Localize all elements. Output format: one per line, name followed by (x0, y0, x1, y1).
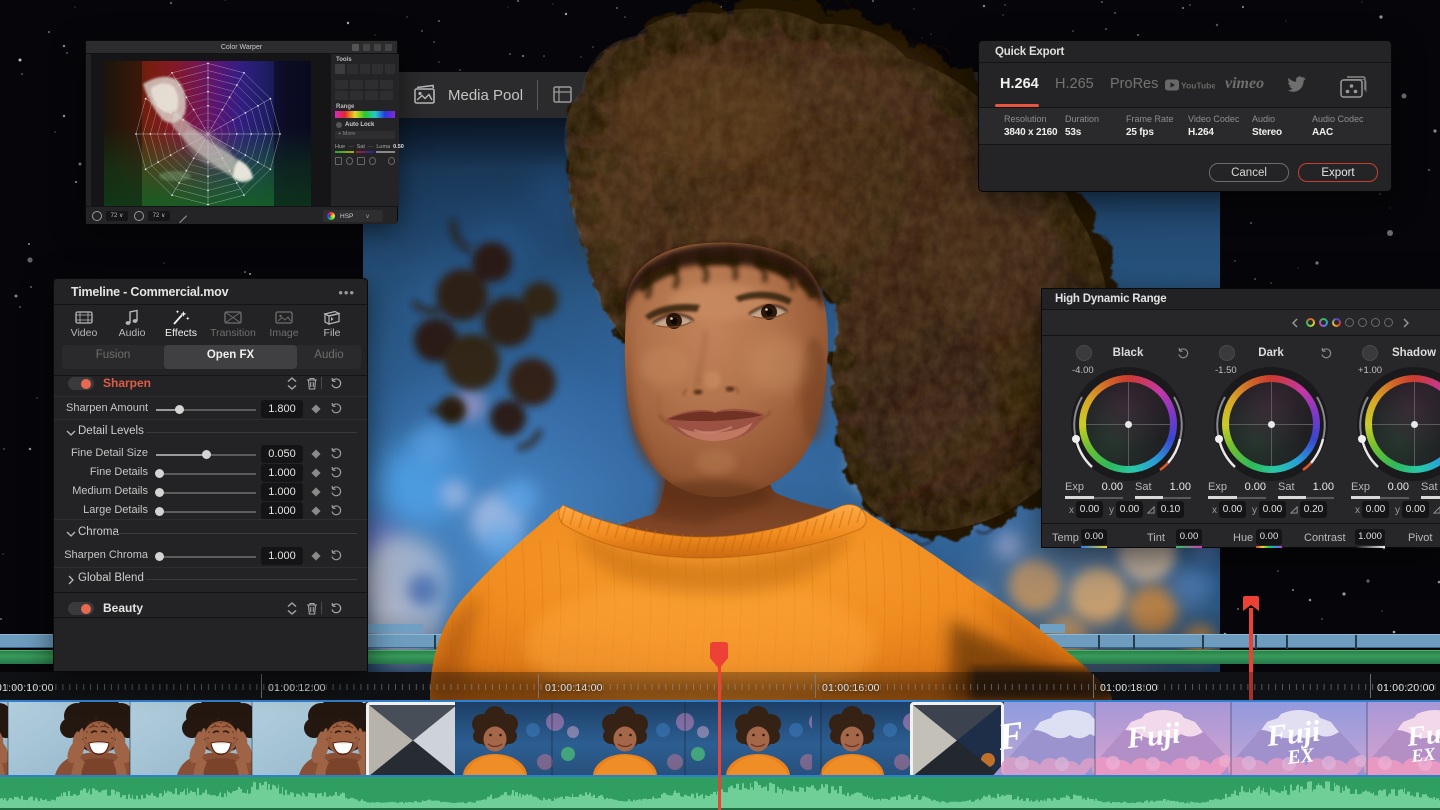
svg-text:Fuji: Fuji (1124, 716, 1182, 755)
svg-text:YouTube: YouTube (1181, 81, 1215, 91)
svg-text:EX: EX (1409, 743, 1437, 766)
svg-text:vimeo: vimeo (1225, 76, 1264, 91)
svg-text:EX: EX (1285, 744, 1315, 769)
